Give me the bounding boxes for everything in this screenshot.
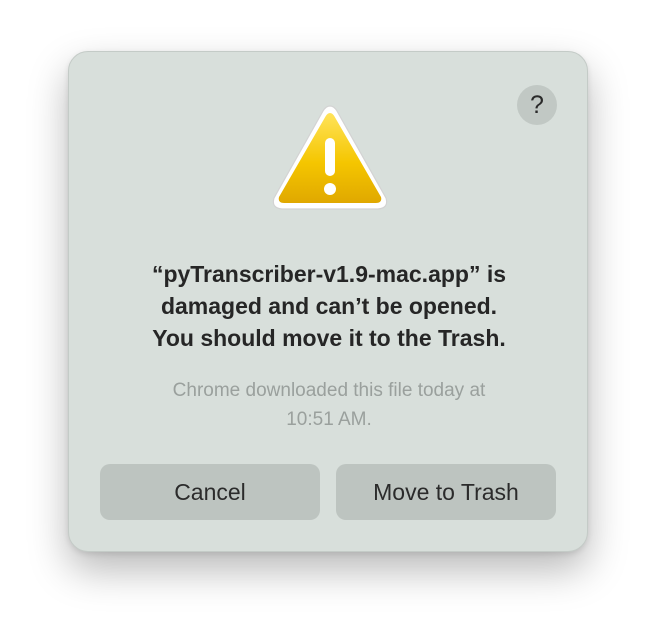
move-to-trash-button[interactable]: Move to Trash [336,464,556,520]
help-button[interactable]: ? [517,85,557,125]
alert-info-line: Chrome downloaded this file today at [172,380,486,401]
cancel-button[interactable]: Cancel [100,464,320,520]
alert-dialog: ? “pyTranscriber-v1.9-mac.app” is damage… [68,51,588,552]
alert-message-line: “pyTranscriber-v1.9-mac.app” is [151,261,507,287]
alert-info-line: 10:51 AM. [286,409,372,430]
alert-info-text: Chrome downloaded this file today at 10:… [89,376,569,434]
alert-message-line: You should move it to the Trash. [152,325,506,351]
alert-message: “pyTranscriber-v1.9-mac.app” is damaged … [89,258,569,354]
help-label: ? [530,91,544,119]
warning-triangle-icon [272,105,388,210]
alert-message-line: damaged and can’t be opened. [160,293,498,319]
